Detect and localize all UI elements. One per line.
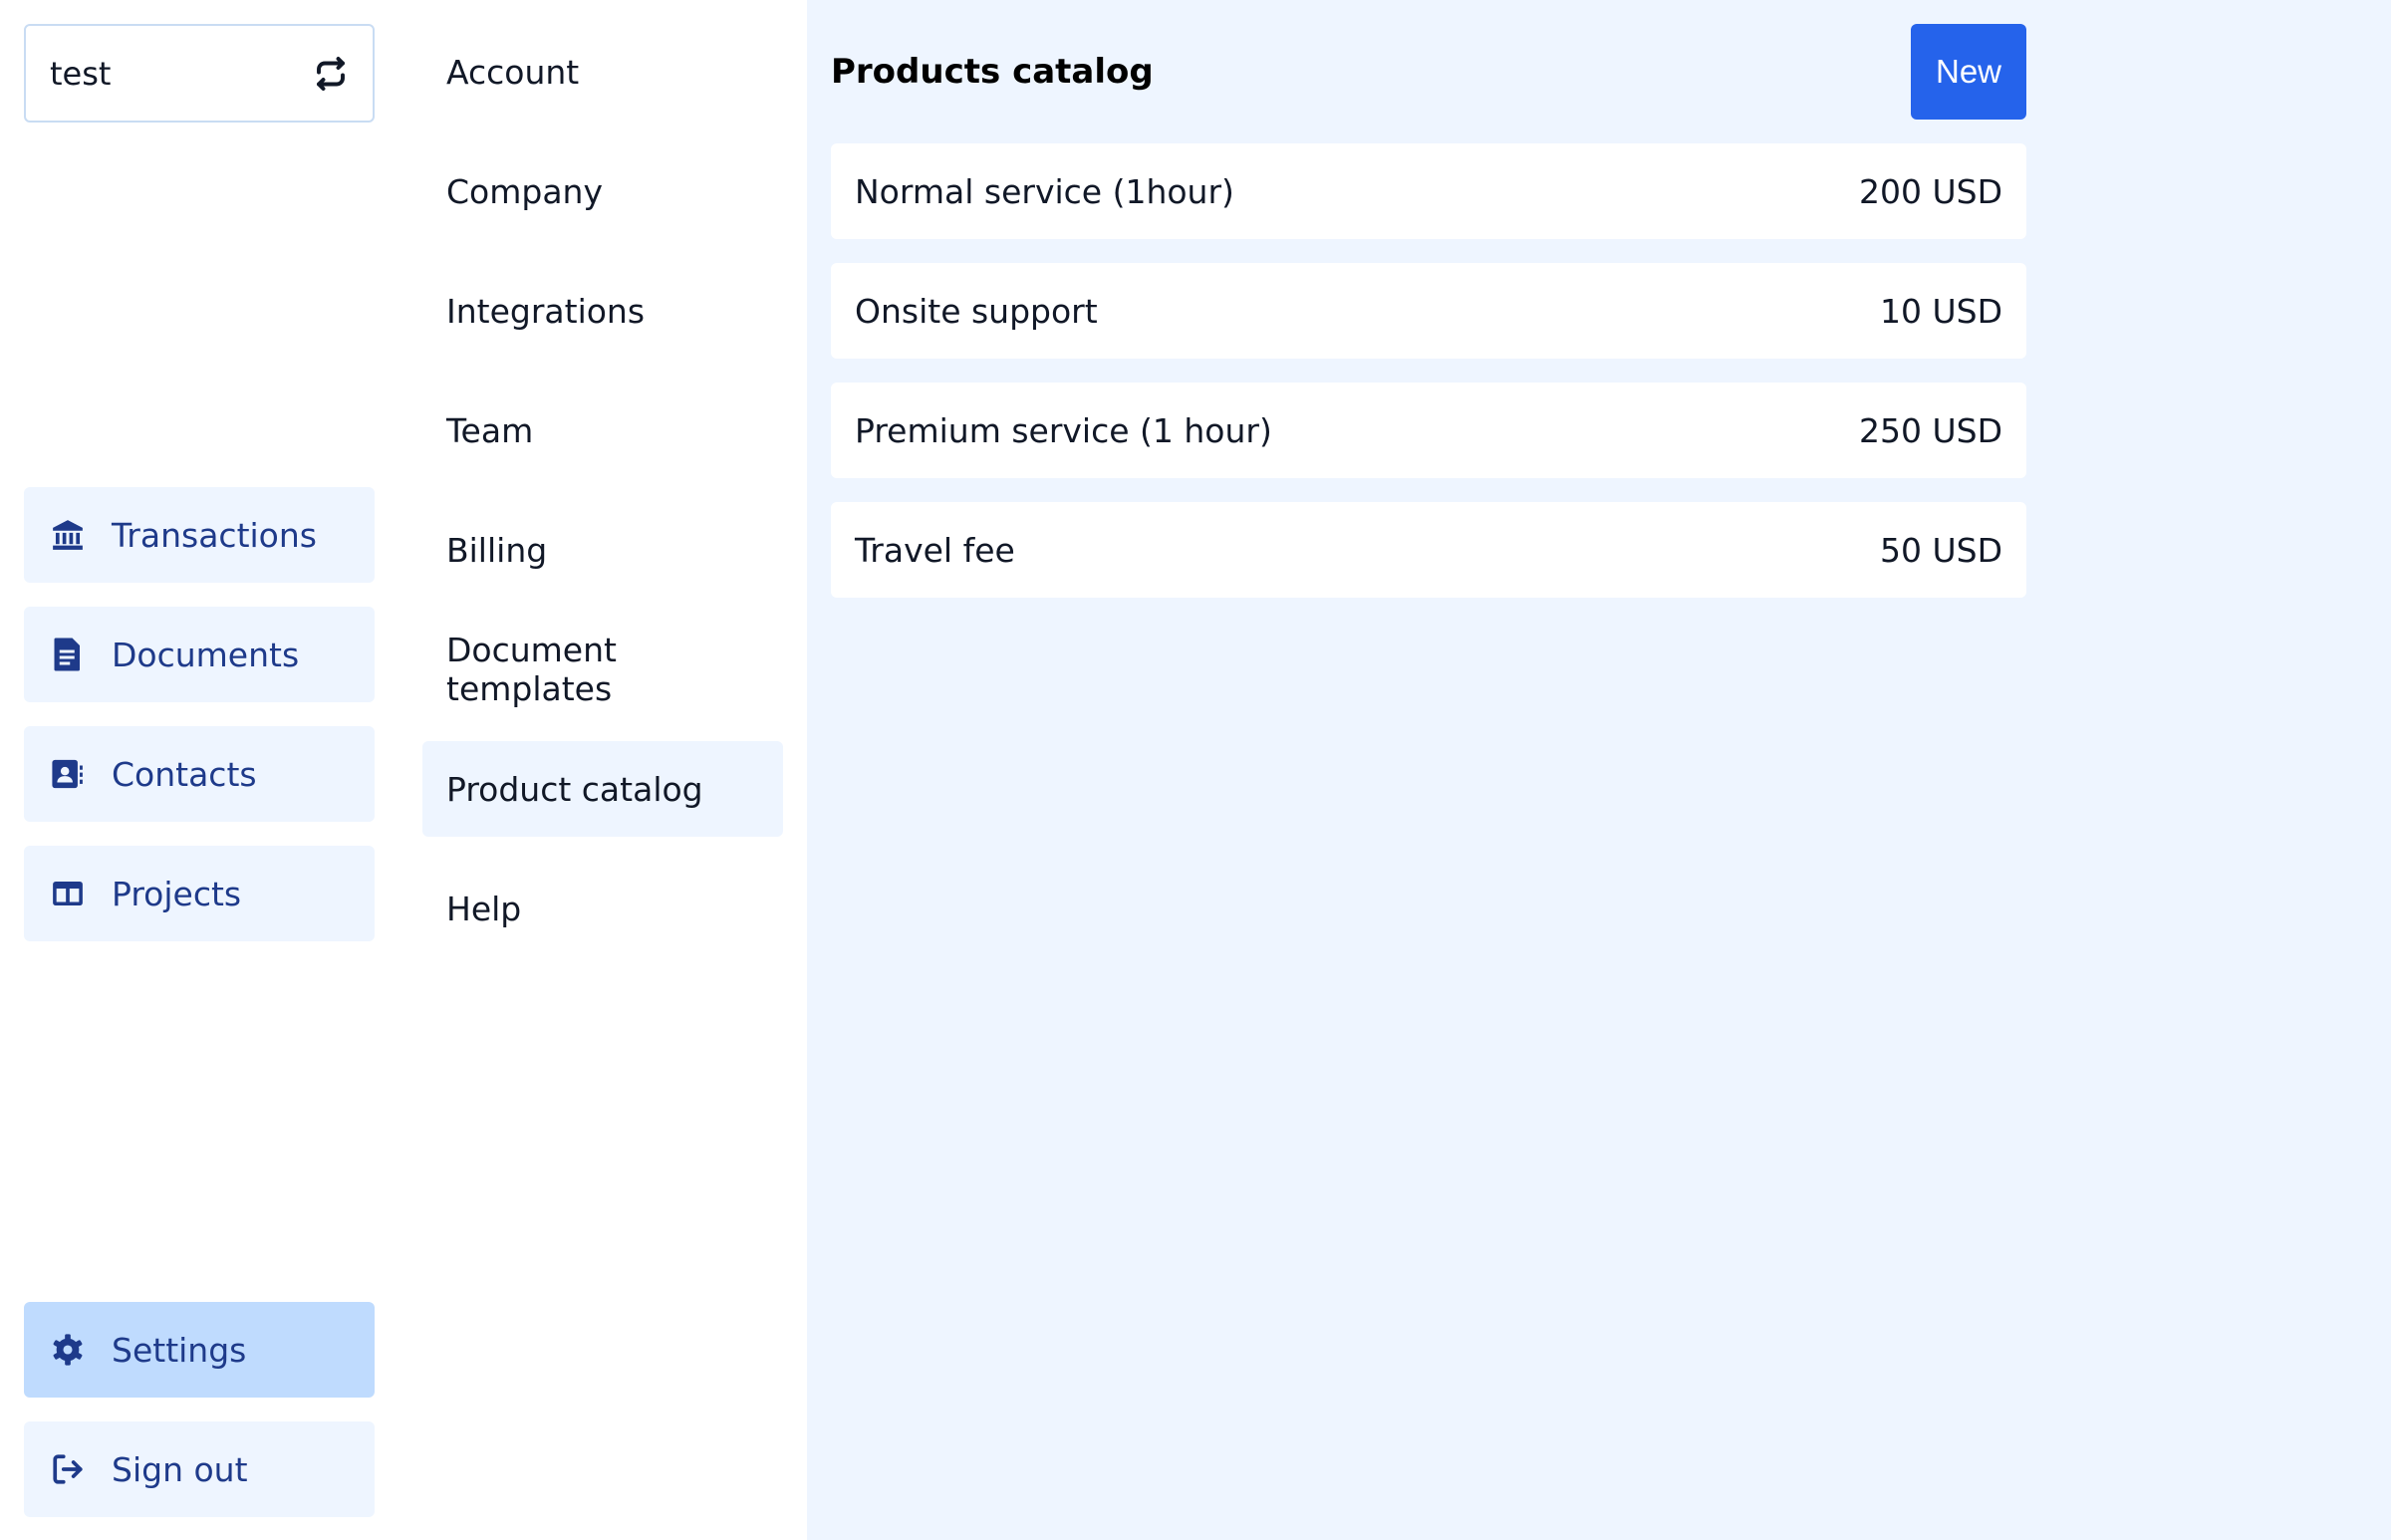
columns-icon [50, 876, 86, 911]
sidebar-item-settings[interactable]: Settings [24, 1302, 375, 1398]
product-row[interactable]: Normal service (1hour) 200 USD [831, 143, 2026, 239]
gear-icon [50, 1332, 86, 1368]
product-price: 50 USD [1880, 530, 2002, 570]
sidebar-item-label: Contacts [112, 754, 257, 794]
product-row[interactable]: Premium service (1 hour) 250 USD [831, 383, 2026, 478]
settings-menu-item-product-catalog[interactable]: Product catalog [422, 741, 783, 837]
product-name: Normal service (1hour) [855, 171, 1234, 211]
settings-menu-item-company[interactable]: Company [422, 143, 783, 239]
sidebar-item-label: Documents [112, 635, 300, 674]
product-price: 200 USD [1859, 171, 2002, 211]
main-panel: Products catalog New Normal service (1ho… [807, 0, 2391, 1540]
settings-menu-item-help[interactable]: Help [422, 861, 783, 956]
settings-menu-item-document-templates[interactable]: Document templates [422, 622, 783, 717]
product-row[interactable]: Onsite support 10 USD [831, 263, 2026, 359]
sidebar-item-documents[interactable]: Documents [24, 607, 375, 702]
product-name: Onsite support [855, 291, 1098, 331]
sidebar-item-label: Projects [112, 874, 242, 913]
sign-out-icon [50, 1451, 86, 1487]
sidebar-item-projects[interactable]: Projects [24, 846, 375, 941]
sign-out-label: Sign out [112, 1449, 248, 1489]
contact-card-icon [50, 756, 86, 792]
settings-menu-item-account[interactable]: Account [422, 24, 783, 120]
switch-arrows-icon[interactable] [313, 56, 349, 92]
app-window: test Transactions Documents Contacts Pro… [0, 0, 2391, 1540]
sidebar-item-label: Settings [112, 1330, 247, 1370]
product-name: Premium service (1 hour) [855, 410, 1272, 450]
settings-menu: Account Company Integrations Team Billin… [398, 0, 807, 1540]
sidebar: test Transactions Documents Contacts Pro… [0, 0, 398, 1540]
workspace-switcher[interactable]: test [24, 24, 375, 123]
settings-menu-item-team[interactable]: Team [422, 383, 783, 478]
product-row[interactable]: Travel fee 50 USD [831, 502, 2026, 598]
product-price: 250 USD [1859, 410, 2002, 450]
page-title: Products catalog [831, 52, 1154, 92]
document-icon [50, 637, 86, 672]
settings-menu-item-integrations[interactable]: Integrations [422, 263, 783, 359]
sign-out-button[interactable]: Sign out [24, 1421, 375, 1517]
sidebar-item-label: Transactions [112, 515, 317, 555]
bank-icon [50, 517, 86, 553]
settings-menu-item-billing[interactable]: Billing [422, 502, 783, 598]
sidebar-item-transactions[interactable]: Transactions [24, 487, 375, 583]
workspace-name: test [50, 54, 112, 93]
product-price: 10 USD [1880, 291, 2002, 331]
sidebar-item-contacts[interactable]: Contacts [24, 726, 375, 822]
new-product-button[interactable]: New [1911, 24, 2026, 120]
product-name: Travel fee [855, 530, 1015, 570]
